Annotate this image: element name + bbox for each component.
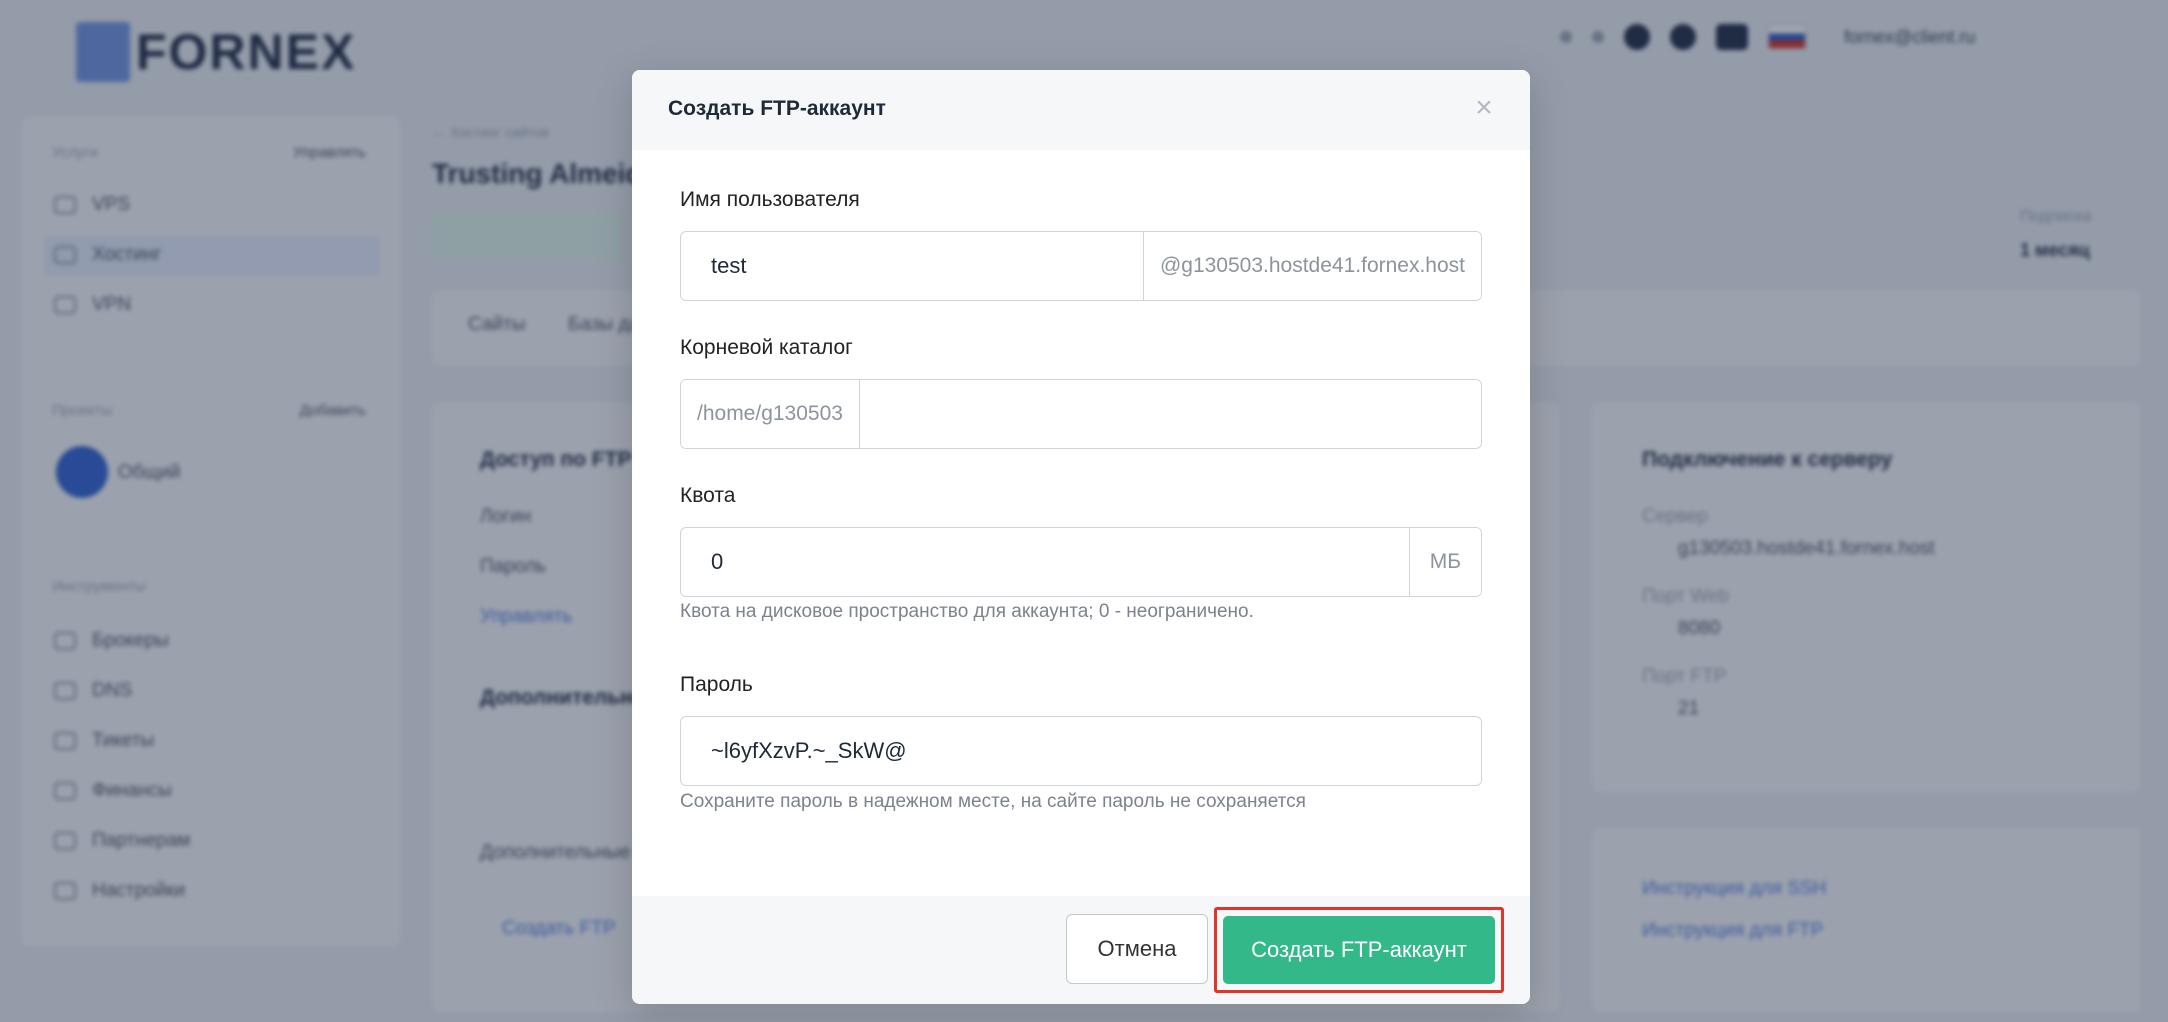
quota-help-text: Квота на дисковое пространство для аккау… bbox=[680, 601, 1254, 622]
username-label: Имя пользователя bbox=[680, 188, 860, 211]
cancel-button[interactable]: Отмена bbox=[1066, 914, 1208, 984]
username-input[interactable] bbox=[681, 232, 1143, 300]
password-input[interactable] bbox=[681, 717, 1481, 785]
root-dir-input-group: /home/g130503 bbox=[680, 379, 1482, 449]
close-icon[interactable]: × bbox=[1464, 88, 1504, 128]
username-input-group: @g130503.hostde41.fornex.host bbox=[680, 231, 1482, 301]
modal-header: Создать FTP-аккаунт × bbox=[632, 70, 1530, 150]
root-dir-input[interactable] bbox=[859, 380, 1481, 448]
password-help-text: Сохраните пароль в надежном месте, на са… bbox=[680, 791, 1306, 812]
root-dir-label: Корневой каталог bbox=[680, 336, 853, 359]
password-label: Пароль bbox=[680, 673, 753, 696]
quota-label: Квота bbox=[680, 484, 736, 507]
quota-input[interactable] bbox=[681, 528, 1409, 596]
highlight-frame: Создать FTP-аккаунт bbox=[1214, 907, 1504, 993]
create-ftp-modal: Создать FTP-аккаунт × Имя пользователя @… bbox=[632, 70, 1530, 1004]
password-input-group bbox=[680, 716, 1482, 786]
create-ftp-account-button[interactable]: Создать FTP-аккаунт bbox=[1223, 916, 1495, 984]
quota-input-group: МБ bbox=[680, 527, 1482, 597]
quota-unit: МБ bbox=[1408, 528, 1481, 596]
modal-title: Создать FTP-аккаунт bbox=[668, 97, 886, 120]
modal-footer: Отмена Создать FTP-аккаунт bbox=[632, 896, 1530, 1004]
root-dir-prefix: /home/g130503 bbox=[681, 380, 860, 448]
username-domain-suffix: @g130503.hostde41.fornex.host bbox=[1142, 232, 1481, 300]
